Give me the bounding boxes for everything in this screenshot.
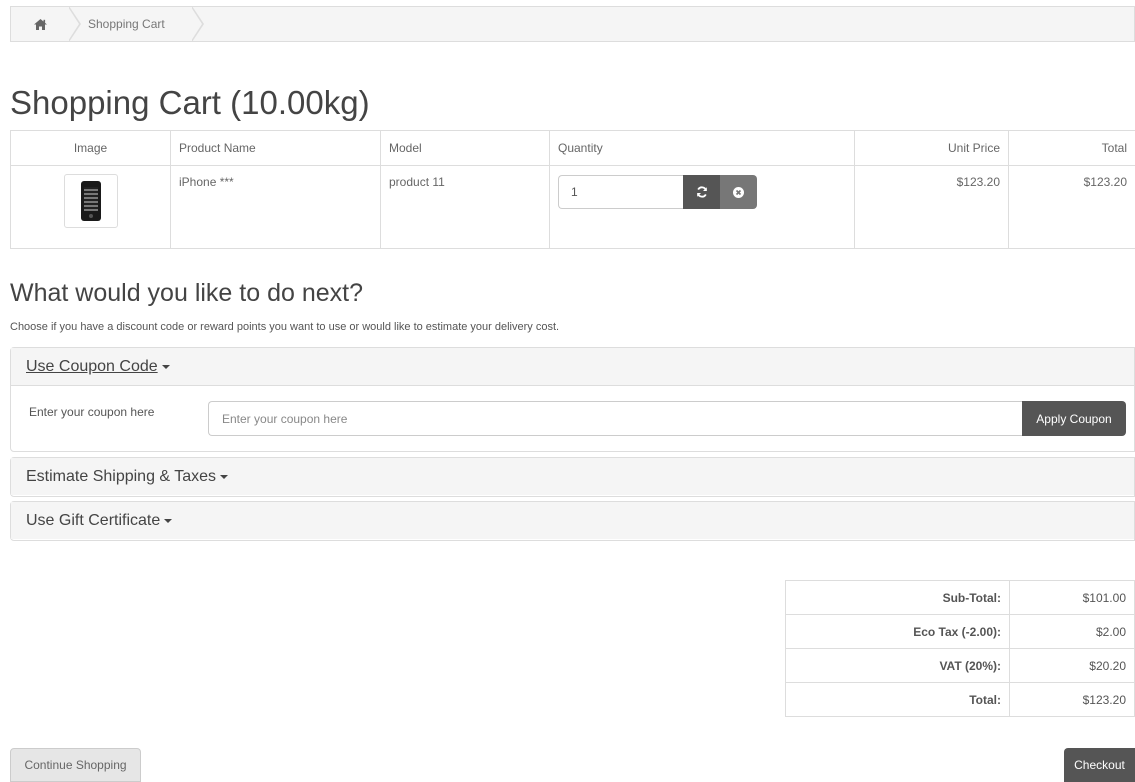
totals-row-vat: VAT (20%): $20.20 <box>786 649 1135 683</box>
next-steps-description: Choose if you have a discount code or re… <box>10 321 559 333</box>
cart-item-name: iPhone *** <box>171 166 381 249</box>
shipping-panel-title: Estimate Shipping & Taxes <box>26 468 216 486</box>
coupon-panel-title: Use Coupon Code <box>26 358 158 376</box>
subtotal-label: Sub-Total: <box>786 581 1010 615</box>
cart-table: Image Product Name Model Quantity Unit P… <box>10 130 1135 249</box>
home-icon <box>34 19 47 30</box>
quantity-group <box>558 175 757 209</box>
voucher-panel: Use Gift Certificate <box>10 501 1135 541</box>
quantity-input[interactable] <box>558 175 683 209</box>
vat-value: $20.20 <box>1010 649 1135 683</box>
voucher-panel-title: Use Gift Certificate <box>26 512 160 530</box>
totals-row-eco-tax: Eco Tax (-2.00): $2.00 <box>786 615 1135 649</box>
totals-table: Sub-Total: $101.00 Eco Tax (-2.00): $2.0… <box>785 580 1135 717</box>
next-steps-title: What would you like to do next? <box>10 279 363 308</box>
product-thumbnail[interactable] <box>64 174 118 228</box>
header-unit-price: Unit Price <box>855 131 1009 166</box>
checkout-button[interactable]: Checkout <box>1064 748 1135 782</box>
remove-circle-icon <box>733 187 744 198</box>
coupon-input[interactable] <box>208 401 1023 436</box>
header-image: Image <box>11 131 171 166</box>
header-model: Model <box>381 131 550 166</box>
cart-item-quantity-cell <box>550 166 855 249</box>
header-product-name: Product Name <box>171 131 381 166</box>
refresh-icon <box>696 186 708 198</box>
vat-label: VAT (20%): <box>786 649 1010 683</box>
subtotal-value: $101.00 <box>1010 581 1135 615</box>
cart-item-total: $123.20 <box>1009 166 1135 249</box>
breadcrumb-item-shopping-cart[interactable]: Shopping Cart <box>88 17 165 31</box>
cart-item-unit-price: $123.20 <box>855 166 1009 249</box>
caret-down-icon <box>164 519 172 523</box>
total-label: Total: <box>786 683 1010 717</box>
coupon-panel-toggle[interactable]: Use Coupon Code <box>11 348 1134 386</box>
breadcrumb-separator <box>69 6 81 42</box>
coupon-panel: Use Coupon Code <box>10 347 1135 452</box>
cart-table-header: Image Product Name Model Quantity Unit P… <box>11 131 1135 166</box>
table-row: iPhone *** product 11 <box>11 166 1135 249</box>
total-value: $123.20 <box>1010 683 1135 717</box>
header-total: Total <box>1009 131 1135 166</box>
cart-item-image-cell <box>11 166 171 249</box>
breadcrumb-home-link[interactable] <box>11 7 69 41</box>
breadcrumb-separator <box>192 6 204 42</box>
voucher-panel-toggle[interactable]: Use Gift Certificate <box>11 502 1134 539</box>
totals-row-subtotal: Sub-Total: $101.00 <box>786 581 1135 615</box>
caret-down-icon <box>162 365 170 369</box>
breadcrumb: Shopping Cart <box>10 6 1135 42</box>
header-quantity: Quantity <box>550 131 855 166</box>
shipping-panel: Estimate Shipping & Taxes <box>10 457 1135 497</box>
update-quantity-button[interactable] <box>683 175 720 209</box>
eco-tax-label: Eco Tax (-2.00): <box>786 615 1010 649</box>
continue-shopping-button[interactable]: Continue Shopping <box>10 748 141 782</box>
cart-item-model: product 11 <box>381 166 550 249</box>
coupon-label: Enter your coupon here <box>29 405 154 419</box>
phone-thumbnail-icon <box>81 181 101 221</box>
page-title: Shopping Cart (10.00kg) <box>10 84 370 122</box>
caret-down-icon <box>220 475 228 479</box>
shipping-panel-toggle[interactable]: Estimate Shipping & Taxes <box>11 458 1134 495</box>
totals-row-total: Total: $123.20 <box>786 683 1135 717</box>
product-name-link[interactable]: iPhone *** <box>179 175 234 189</box>
eco-tax-value: $2.00 <box>1010 615 1135 649</box>
remove-item-button[interactable] <box>720 175 757 209</box>
apply-coupon-button[interactable]: Apply Coupon <box>1022 401 1126 436</box>
